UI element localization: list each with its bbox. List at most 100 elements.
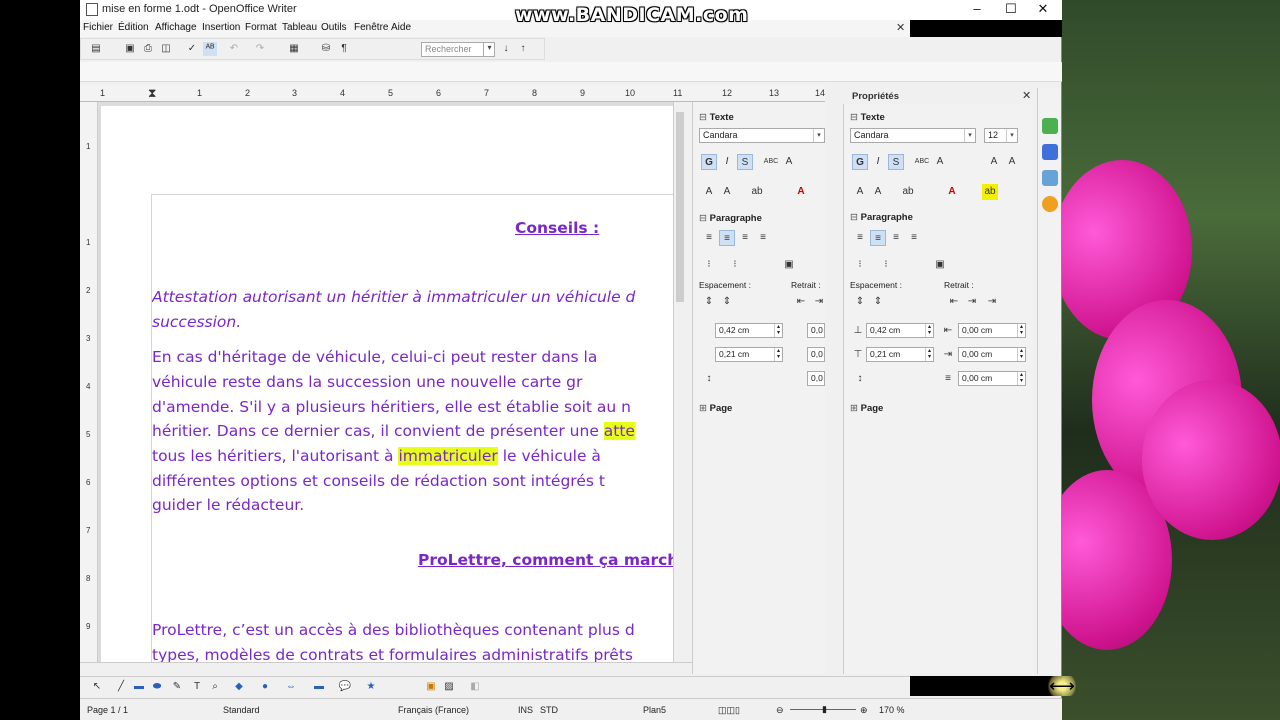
font-color-icon[interactable]: A: [793, 184, 809, 200]
align-right-icon[interactable]: ≡: [888, 230, 904, 246]
section-texte[interactable]: Texte: [699, 112, 734, 123]
strikethrough-button[interactable]: ABC: [914, 154, 930, 170]
gallery-tab-icon[interactable]: [1042, 170, 1058, 186]
find-next-icon[interactable]: ↓: [499, 42, 513, 56]
shadow-button[interactable]: S: [737, 154, 753, 170]
fontwork-icon[interactable]: ▣: [424, 680, 438, 694]
menu-format[interactable]: Format: [245, 22, 277, 33]
document-area[interactable]: Conseils : Attestation autorisant un hér…: [98, 102, 673, 662]
align-right-icon[interactable]: ≡: [737, 230, 753, 246]
undo-icon[interactable]: ↶: [227, 42, 241, 56]
numbering-icon[interactable]: ⁝: [878, 257, 894, 273]
spacing-increase-icon[interactable]: ⇕: [852, 294, 868, 310]
indent-after-input[interactable]: 0,0: [807, 347, 825, 362]
grow-font-icon[interactable]: A: [852, 184, 868, 200]
image-icon[interactable]: ▨: [442, 680, 456, 694]
section-page[interactable]: Page: [850, 403, 884, 414]
indent-increase-icon[interactable]: ⇥: [964, 294, 980, 310]
font-name-combo[interactable]: Candara ▾: [850, 128, 976, 143]
vertical-scrollbar[interactable]: [673, 102, 685, 662]
indent-first-input[interactable]: 0,0: [807, 371, 825, 386]
flowchart-icon[interactable]: ▬: [312, 680, 326, 694]
callouts-icon[interactable]: 💬: [338, 680, 352, 694]
background-color-icon[interactable]: ▣: [781, 257, 797, 273]
menu-fenetre[interactable]: Fenêtre: [354, 22, 388, 33]
spin-arrows-icon[interactable]: ▴ ▾: [925, 348, 933, 361]
select-icon[interactable]: ↖: [90, 680, 104, 694]
redo-icon[interactable]: ↷: [253, 42, 267, 56]
database-icon[interactable]: ⛁: [319, 42, 333, 56]
language[interactable]: Français (France): [398, 705, 469, 715]
basic-shapes-icon[interactable]: ◆: [232, 680, 246, 694]
export-pdf-icon[interactable]: ▣: [123, 42, 137, 56]
font-color-icon[interactable]: A: [944, 184, 960, 200]
section-paragraphe[interactable]: Paragraphe: [850, 212, 913, 223]
rectangle-icon[interactable]: ▬: [132, 680, 146, 694]
section-paragraphe[interactable]: Paragraphe: [699, 213, 762, 224]
indent-first-input[interactable]: 0,00 cm ▴ ▾: [958, 371, 1026, 386]
document-page[interactable]: Conseils : Attestation autorisant un hér…: [101, 106, 673, 662]
ellipse-icon[interactable]: ⬬: [150, 680, 164, 694]
autospell-icon[interactable]: ᴬᴮ: [203, 42, 217, 56]
zoom-slider-thumb[interactable]: ▮: [822, 704, 827, 715]
spin-arrows-icon[interactable]: ▴ ▾: [1017, 324, 1025, 337]
spacing-decrease-icon[interactable]: ⇕: [719, 294, 735, 310]
minimize-button[interactable]: –: [960, 0, 994, 20]
zoom-in-icon[interactable]: ⊕: [860, 705, 868, 716]
chevron-down-icon[interactable]: ▾: [483, 43, 495, 56]
text-icon[interactable]: T: [190, 680, 204, 694]
table-icon[interactable]: ▦: [287, 42, 301, 56]
spin-arrows-icon[interactable]: ▴ ▾: [925, 324, 933, 337]
menu-tableau[interactable]: Tableau: [282, 22, 317, 33]
new-document-icon[interactable]: ▤: [89, 42, 103, 56]
shrink-font-icon[interactable]: A: [719, 184, 735, 200]
zoom-level[interactable]: 170 %: [879, 705, 905, 715]
indent-after-input[interactable]: 0,00 cm ▴ ▾: [958, 347, 1026, 362]
italic-button[interactable]: I: [870, 154, 886, 170]
selection-mode[interactable]: STD: [540, 705, 558, 715]
close-icon[interactable]: ✕: [1022, 89, 1031, 102]
spin-arrows-icon[interactable]: ▴ ▾: [1017, 348, 1025, 361]
align-left-icon[interactable]: ≡: [701, 230, 717, 246]
stars-icon[interactable]: ★: [364, 680, 378, 694]
strikethrough-button[interactable]: ABC: [763, 154, 779, 170]
shrink-font-icon[interactable]: A: [870, 184, 886, 200]
shadow-button[interactable]: S: [888, 154, 904, 170]
section-texte[interactable]: Texte: [850, 112, 885, 123]
formatting-marks-icon[interactable]: ¶: [337, 42, 351, 56]
background-color-icon[interactable]: ▣: [932, 257, 948, 273]
case-icon[interactable]: ab: [749, 184, 765, 200]
print-preview-icon[interactable]: ◫: [159, 42, 173, 56]
indent-before-input[interactable]: 0,00 cm ▴ ▾: [958, 323, 1026, 338]
properties-tab-icon[interactable]: [1042, 118, 1058, 134]
hanging-indent-icon[interactable]: ⇥: [984, 294, 1000, 310]
case-icon[interactable]: ab: [900, 184, 916, 200]
menu-affichage[interactable]: Affichage: [155, 22, 197, 33]
zoom-out-icon[interactable]: ⊖: [776, 705, 784, 716]
spacing-increase-icon[interactable]: ⇕: [701, 294, 717, 310]
section-page[interactable]: Page: [699, 403, 733, 414]
subscript-icon[interactable]: A: [1004, 154, 1020, 170]
font-size-combo[interactable]: 12 ▾: [984, 128, 1018, 143]
spacing-below-input[interactable]: 0,21 cm ▴ ▾: [866, 347, 934, 362]
align-center-icon[interactable]: ≡: [719, 230, 735, 246]
spacing-above-input[interactable]: 0,42 cm ▴ ▾: [866, 323, 934, 338]
font-name-combo[interactable]: Candara ▾: [699, 128, 825, 143]
styles-tab-icon[interactable]: [1042, 144, 1058, 160]
view-layout-icon[interactable]: ◫◫▯: [718, 705, 740, 716]
bold-button[interactable]: G: [852, 154, 868, 170]
spacing-decrease-icon[interactable]: ⇕: [870, 294, 886, 310]
menu-aide[interactable]: Aide: [391, 22, 411, 33]
close-document-icon[interactable]: ✕: [896, 21, 905, 34]
line-spacing-icon[interactable]: ↕: [852, 371, 868, 387]
spin-arrows-icon[interactable]: ▴ ▾: [1017, 372, 1025, 385]
insert-mode[interactable]: INS: [518, 705, 533, 715]
chevron-down-icon[interactable]: ▾: [813, 129, 824, 142]
outline-icon[interactable]: A: [781, 154, 797, 170]
line-spacing-icon[interactable]: ↕: [701, 371, 717, 387]
find-previous-icon[interactable]: ↑: [516, 42, 530, 56]
justify-icon[interactable]: ≡: [755, 230, 771, 246]
menu-insertion[interactable]: Insertion: [202, 22, 240, 33]
spacing-above-input[interactable]: 0,42 cm ▴ ▾: [715, 323, 783, 338]
chevron-down-icon[interactable]: ▾: [964, 129, 975, 142]
